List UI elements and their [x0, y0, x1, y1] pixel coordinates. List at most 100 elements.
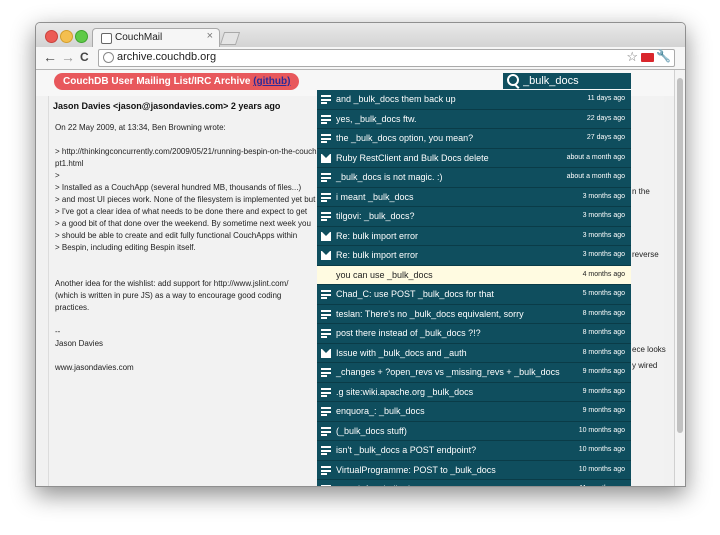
clipped-text: ece looks [632, 345, 666, 354]
chat-lines-icon [321, 192, 331, 204]
chat-lines-icon [321, 329, 331, 340]
mail-author: Jason Davies <jason@jasondavies.com> 2 y… [53, 101, 281, 111]
search-result-row[interactable]: search for _bulk_docs 11 months ago [317, 480, 631, 486]
result-time: 3 months ago [582, 192, 625, 200]
extension-icon[interactable] [641, 53, 654, 62]
chat-lines-icon [321, 309, 331, 321]
tab-title: CouchMail [115, 32, 163, 43]
bookmark-star-icon[interactable]: ☆ [626, 49, 638, 65]
result-text: _changes + ?open_revs vs _missing_revs +… [336, 367, 560, 377]
tab-couchmail[interactable]: CouchMail × [92, 28, 220, 48]
chat-lines-icon [321, 446, 331, 457]
result-text: VirtualProgramme: POST to _bulk_docs [336, 464, 496, 475]
result-text: Re: bulk import error [336, 230, 419, 241]
result-time: 8 months ago [582, 309, 625, 317]
result-text: search for _bulk_docs [336, 484, 424, 486]
result-text: Issue with _bulk_docs and _auth [336, 347, 467, 358]
result-text: and _bulk_docs them back up [336, 94, 456, 104]
chat-lines-icon [321, 134, 331, 145]
result-text: you can use _bulk_docs [336, 269, 433, 280]
envelope-icon [321, 153, 331, 163]
search-result-row[interactable]: enquora_: _bulk_docs 9 months ago [317, 402, 631, 422]
wrench-icon[interactable]: 🔧 [656, 49, 671, 63]
search-result-row[interactable]: you can use _bulk_docs 4 months ago [317, 265, 631, 285]
result-text: (_bulk_docs stuff) [336, 425, 407, 436]
chat-lines-icon [321, 368, 331, 379]
result-time: 8 months ago [582, 348, 625, 356]
result-text: i meant _bulk_docs [336, 191, 414, 202]
page-scrollbar[interactable] [674, 70, 685, 486]
search-result-row[interactable]: _changes + ?open_revs vs _missing_revs +… [317, 363, 631, 383]
result-time: 10 months ago [578, 465, 625, 473]
github-link[interactable]: (github) [253, 76, 290, 87]
result-time: 5 months ago [582, 290, 625, 297]
search-result-row[interactable]: and _bulk_docs them back up 11 days ago [317, 90, 631, 110]
result-time: 9 months ago [582, 387, 625, 395]
address-bar[interactable]: archive.couchdb.org ☆ 🔧 [98, 49, 675, 67]
result-time: 9 months ago [582, 407, 625, 414]
archive-title-pill: CouchDB User Mailing List/IRC Archive (g… [54, 73, 300, 90]
search-result-row[interactable]: Re: bulk import error 3 months ago [317, 227, 631, 246]
search-result-row[interactable]: Re: bulk import error 3 months ago [317, 246, 631, 266]
result-time: 3 months ago [582, 212, 625, 219]
chat-lines-icon [321, 290, 331, 301]
forward-button[interactable]: → [61, 49, 75, 65]
chat-lines-icon [321, 114, 331, 126]
mail-body: On 22 May 2009, at 13:34, Ben Browning w… [55, 123, 317, 372]
globe-icon [103, 52, 114, 63]
result-time: 4 months ago [582, 270, 625, 278]
chat-lines-icon [321, 95, 331, 106]
search-result-row[interactable]: isn't _bulk_docs a POST endpoint? 10 mont… [317, 441, 631, 461]
url-text[interactable]: archive.couchdb.org [117, 51, 216, 63]
chat-lines-icon [321, 173, 331, 184]
search-result-row[interactable]: Ruby RestClient and Bulk Docs delete abou… [317, 149, 631, 168]
result-time: about a month ago [566, 153, 625, 161]
result-text: enquora_: _bulk_docs [336, 406, 425, 416]
search-result-row[interactable]: post there instead of _bulk_docs ?!? 8 mo… [317, 324, 631, 344]
tab-close-icon[interactable]: × [207, 30, 213, 42]
clipped-text: n the [632, 187, 650, 196]
search-result-row[interactable]: tilgovi: _bulk_docs? 3 months ago [317, 207, 631, 227]
search-result-row[interactable]: Chad_C: use POST _bulk_docs for that 5 mo… [317, 285, 631, 305]
new-tab-button[interactable] [219, 32, 241, 45]
search-result-row[interactable]: i meant _bulk_docs 3 months ago [317, 188, 631, 207]
result-time: 3 months ago [582, 231, 625, 239]
browser-window: CouchMail × ← → C archive.couchdb.org ☆ … [35, 22, 686, 487]
result-text: yes, _bulk_docs ftw. [336, 113, 417, 124]
chat-lines-icon [321, 485, 331, 486]
back-button[interactable]: ← [43, 49, 57, 65]
envelope-icon [321, 231, 331, 241]
scrollbar-thumb[interactable] [677, 78, 683, 433]
search-result-row[interactable]: .g site:wiki.apache.org _bulk_docs 9 mont… [317, 383, 631, 402]
search-result-row[interactable]: Issue with _bulk_docs and _auth 8 months … [317, 344, 631, 363]
result-text: isn't _bulk_docs a POST endpoint? [336, 445, 477, 455]
close-window-button[interactable] [45, 30, 58, 43]
chat-lines-icon [321, 465, 331, 477]
search-results-dropdown: and _bulk_docs them back up 11 days ago ye… [317, 90, 631, 486]
search-box[interactable] [503, 73, 631, 89]
result-text: post there instead of _bulk_docs ?!? [336, 328, 481, 338]
result-time: 10 months ago [578, 446, 625, 453]
result-text: teslan: There's no _bulk_docs equivalent… [336, 308, 524, 319]
chat-lines-icon [321, 407, 331, 418]
page-favicon-icon [101, 33, 112, 44]
search-result-row[interactable]: yes, _bulk_docs ftw. 22 days ago [317, 110, 631, 129]
minimize-window-button[interactable] [60, 30, 73, 43]
zoom-window-button[interactable] [75, 30, 88, 43]
result-text: Chad_C: use POST _bulk_docs for that [336, 289, 494, 299]
result-text: _bulk_docs is not magic. :) [336, 172, 443, 182]
search-result-row[interactable]: VirtualProgramme: POST to _bulk_docs 10 m… [317, 461, 631, 480]
search-result-row[interactable]: teslan: There's no _bulk_docs equivalent… [317, 305, 631, 324]
reload-button[interactable]: C [80, 49, 89, 65]
result-time: about a month ago [566, 173, 625, 180]
archive-title: CouchDB User Mailing List/IRC Archive [63, 76, 254, 87]
envelope-icon [321, 348, 331, 358]
search-result-row[interactable]: (_bulk_docs stuff) 10 months ago [317, 422, 631, 441]
title-bar: CouchMail × [36, 23, 685, 48]
result-time: 8 months ago [582, 329, 625, 336]
search-icon [507, 74, 519, 86]
result-time: 11 days ago [587, 95, 625, 102]
search-input[interactable] [523, 73, 627, 89]
search-result-row[interactable]: the _bulk_docs option, you mean? 27 days … [317, 129, 631, 149]
search-result-row[interactable]: _bulk_docs is not magic. :) about a month… [317, 168, 631, 188]
